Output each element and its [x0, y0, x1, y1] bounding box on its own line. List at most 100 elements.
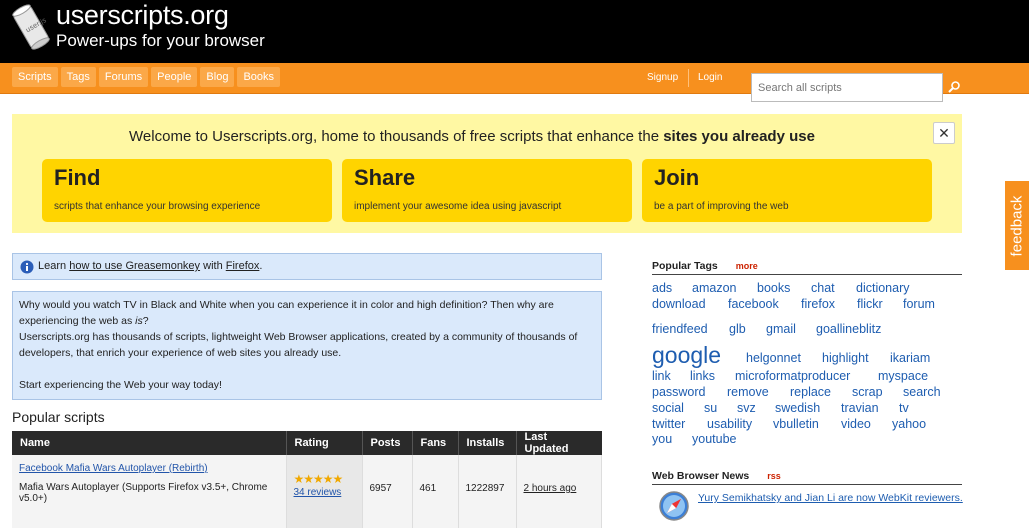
tag-ikariam[interactable]: ikariam [890, 351, 930, 365]
fans-cell [412, 523, 459, 528]
nav-forums[interactable]: Forums [98, 67, 149, 87]
nav-books[interactable]: Books [237, 67, 281, 87]
intro-box: Why would you watch TV in Black and Whit… [12, 291, 602, 400]
rss-link[interactable]: rss [767, 471, 781, 481]
rating-cell: ★★★★★ 34 reviews [286, 455, 363, 523]
col-posts[interactable]: Posts [362, 431, 413, 455]
script-title-link[interactable]: Facebook Mafia Wars Autoplayer (Rebirth) [19, 463, 279, 474]
nav-blog[interactable]: Blog [200, 67, 235, 87]
tag-link[interactable]: link [652, 369, 671, 383]
posts-cell: 6957 [362, 455, 413, 523]
join-card[interactable]: Join be a part of improving the web [642, 159, 932, 222]
tag-su[interactable]: su [704, 401, 717, 415]
tag-chat[interactable]: chat [811, 281, 835, 295]
tag-svz[interactable]: svz [737, 401, 756, 415]
col-last-updated[interactable]: Last Updated [516, 431, 602, 455]
col-rating[interactable]: Rating [286, 431, 363, 455]
tag-goallineblitz[interactable]: goallineblitz [816, 322, 881, 336]
tag-you[interactable]: you [652, 432, 672, 446]
tag-books[interactable]: books [757, 281, 790, 295]
tag-flickr[interactable]: flickr [857, 297, 883, 311]
signup-link[interactable]: Signup [647, 72, 678, 83]
safari-compass-icon [659, 491, 689, 521]
news-item: Yury Semikhatsky and Jian Li are now Web… [658, 488, 963, 521]
tag-swedish[interactable]: swedish [775, 401, 820, 415]
tag-usability[interactable]: usability [707, 417, 752, 431]
tag-password[interactable]: password [652, 385, 706, 399]
tag-dictionary[interactable]: dictionary [856, 281, 910, 295]
firefox-link[interactable]: Firefox [226, 260, 260, 272]
find-card[interactable]: Find scripts that enhance your browsing … [42, 159, 332, 222]
nav-scripts[interactable]: Scripts [12, 67, 58, 87]
search-input[interactable] [751, 73, 943, 102]
feedback-label: feedback [1008, 195, 1026, 256]
feedback-tab[interactable]: feedback [1004, 180, 1029, 271]
join-card-title: Join [654, 165, 700, 190]
tag-ads[interactable]: ads [652, 281, 672, 295]
login-link[interactable]: Login [698, 72, 722, 83]
tag-twitter[interactable]: twitter [652, 417, 685, 431]
tag-download[interactable]: download [652, 297, 706, 311]
close-welcome-button[interactable]: ✕ [933, 122, 955, 144]
tag-google[interactable]: google [652, 342, 721, 369]
news-link[interactable]: Yury Semikhatsky and Jian Li are now Web… [698, 492, 963, 504]
scroll-logo-icon[interactable]: user.js [12, 2, 50, 52]
popular-scripts-table: Name Rating Posts Fans Installs Last Upd… [12, 431, 602, 528]
join-card-desc: be a part of improving the web [654, 201, 789, 212]
tag-helgonnet[interactable]: helgonnet [746, 351, 801, 365]
installs-cell: 1222897 [458, 455, 517, 523]
auth-divider [688, 69, 689, 87]
reviews-link[interactable]: 34 reviews [294, 487, 355, 498]
tag-travian[interactable]: travian [841, 401, 879, 415]
more-tags-link[interactable]: more [736, 261, 758, 271]
nav-tags[interactable]: Tags [60, 67, 96, 87]
intro-line-2: Userscripts.org has thousands of scripts… [19, 331, 578, 359]
greasemonkey-link[interactable]: how to use Greasemonkey [69, 260, 200, 272]
tag-forum[interactable]: forum [903, 297, 935, 311]
tag-video[interactable]: video [841, 417, 871, 431]
col-fans[interactable]: Fans [412, 431, 459, 455]
tag-highlight[interactable]: highlight [822, 351, 869, 365]
tag-firefox[interactable]: firefox [801, 297, 835, 311]
intro-spacer [19, 361, 595, 377]
find-card-desc: scripts that enhance your browsing exper… [54, 201, 261, 212]
nav-people[interactable]: People [151, 67, 198, 87]
tag-remove[interactable]: remove [727, 385, 769, 399]
tag-friendfeed[interactable]: friendfeed [652, 322, 708, 336]
tag-amazon[interactable]: amazon [692, 281, 736, 295]
star-rating-icon: ★★★★★ [293, 472, 344, 486]
popular-tags-title: Popular Tags [652, 260, 718, 272]
learn-middle: with [200, 260, 226, 272]
tag-glb[interactable]: glb [729, 322, 746, 336]
share-card[interactable]: Share implement your awesome idea using … [342, 159, 632, 222]
tag-vbulletin[interactable]: vbulletin [773, 417, 819, 431]
magnifier-icon[interactable] [947, 80, 961, 94]
intro-line-1: Why would you watch TV in Black and Whit… [19, 299, 554, 327]
tag-facebook[interactable]: facebook [728, 297, 779, 311]
intro-line-3: Start experiencing the Web your way toda… [19, 379, 222, 391]
site-title[interactable]: userscripts.org [56, 0, 229, 31]
find-card-title: Find [54, 165, 101, 190]
tag-microformatproducer[interactable]: microformatproducer [735, 369, 850, 383]
tag-search[interactable]: search [903, 385, 941, 399]
tag-social[interactable]: social [652, 401, 684, 415]
tag-tv[interactable]: tv [899, 401, 909, 415]
tag-gmail[interactable]: gmail [766, 322, 796, 336]
script-description: Mafia Wars Autoplayer (Supports Firefox … [19, 482, 268, 504]
learn-suffix: . [259, 260, 263, 272]
updated-cell [516, 523, 602, 528]
share-card-title: Share [354, 165, 416, 190]
tag-myspace[interactable]: myspace [878, 369, 928, 383]
col-installs[interactable]: Installs [458, 431, 517, 455]
col-name[interactable]: Name [12, 431, 287, 455]
updated-cell: 2 hours ago [516, 455, 602, 523]
nav-list: Scripts Tags Forums People Blog Books [12, 67, 281, 87]
site-tagline: Power-ups for your browser [56, 31, 265, 50]
popular-scripts-heading: Popular scripts [12, 409, 105, 425]
tag-scrap[interactable]: scrap [852, 385, 883, 399]
tag-youtube[interactable]: youtube [692, 432, 736, 446]
tag-links[interactable]: links [690, 369, 715, 383]
tag-yahoo[interactable]: yahoo [892, 417, 926, 431]
table-row [12, 523, 602, 528]
tag-replace[interactable]: replace [790, 385, 831, 399]
